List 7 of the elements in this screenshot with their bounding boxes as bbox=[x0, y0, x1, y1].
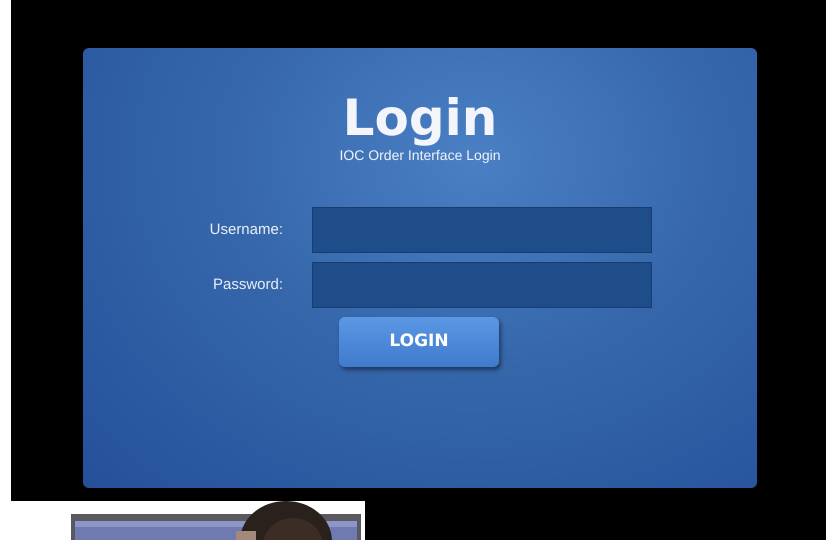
field-label: Username: bbox=[208, 220, 283, 240]
login-subtitle: IOC Order Interface Login bbox=[339, 146, 501, 164]
input-field[interactable] bbox=[312, 262, 652, 308]
login-title: Login bbox=[342, 92, 498, 144]
field-label: Password: bbox=[212, 274, 283, 295]
input-field[interactable] bbox=[312, 207, 652, 253]
login-button[interactable]: LOGIN bbox=[339, 317, 499, 367]
